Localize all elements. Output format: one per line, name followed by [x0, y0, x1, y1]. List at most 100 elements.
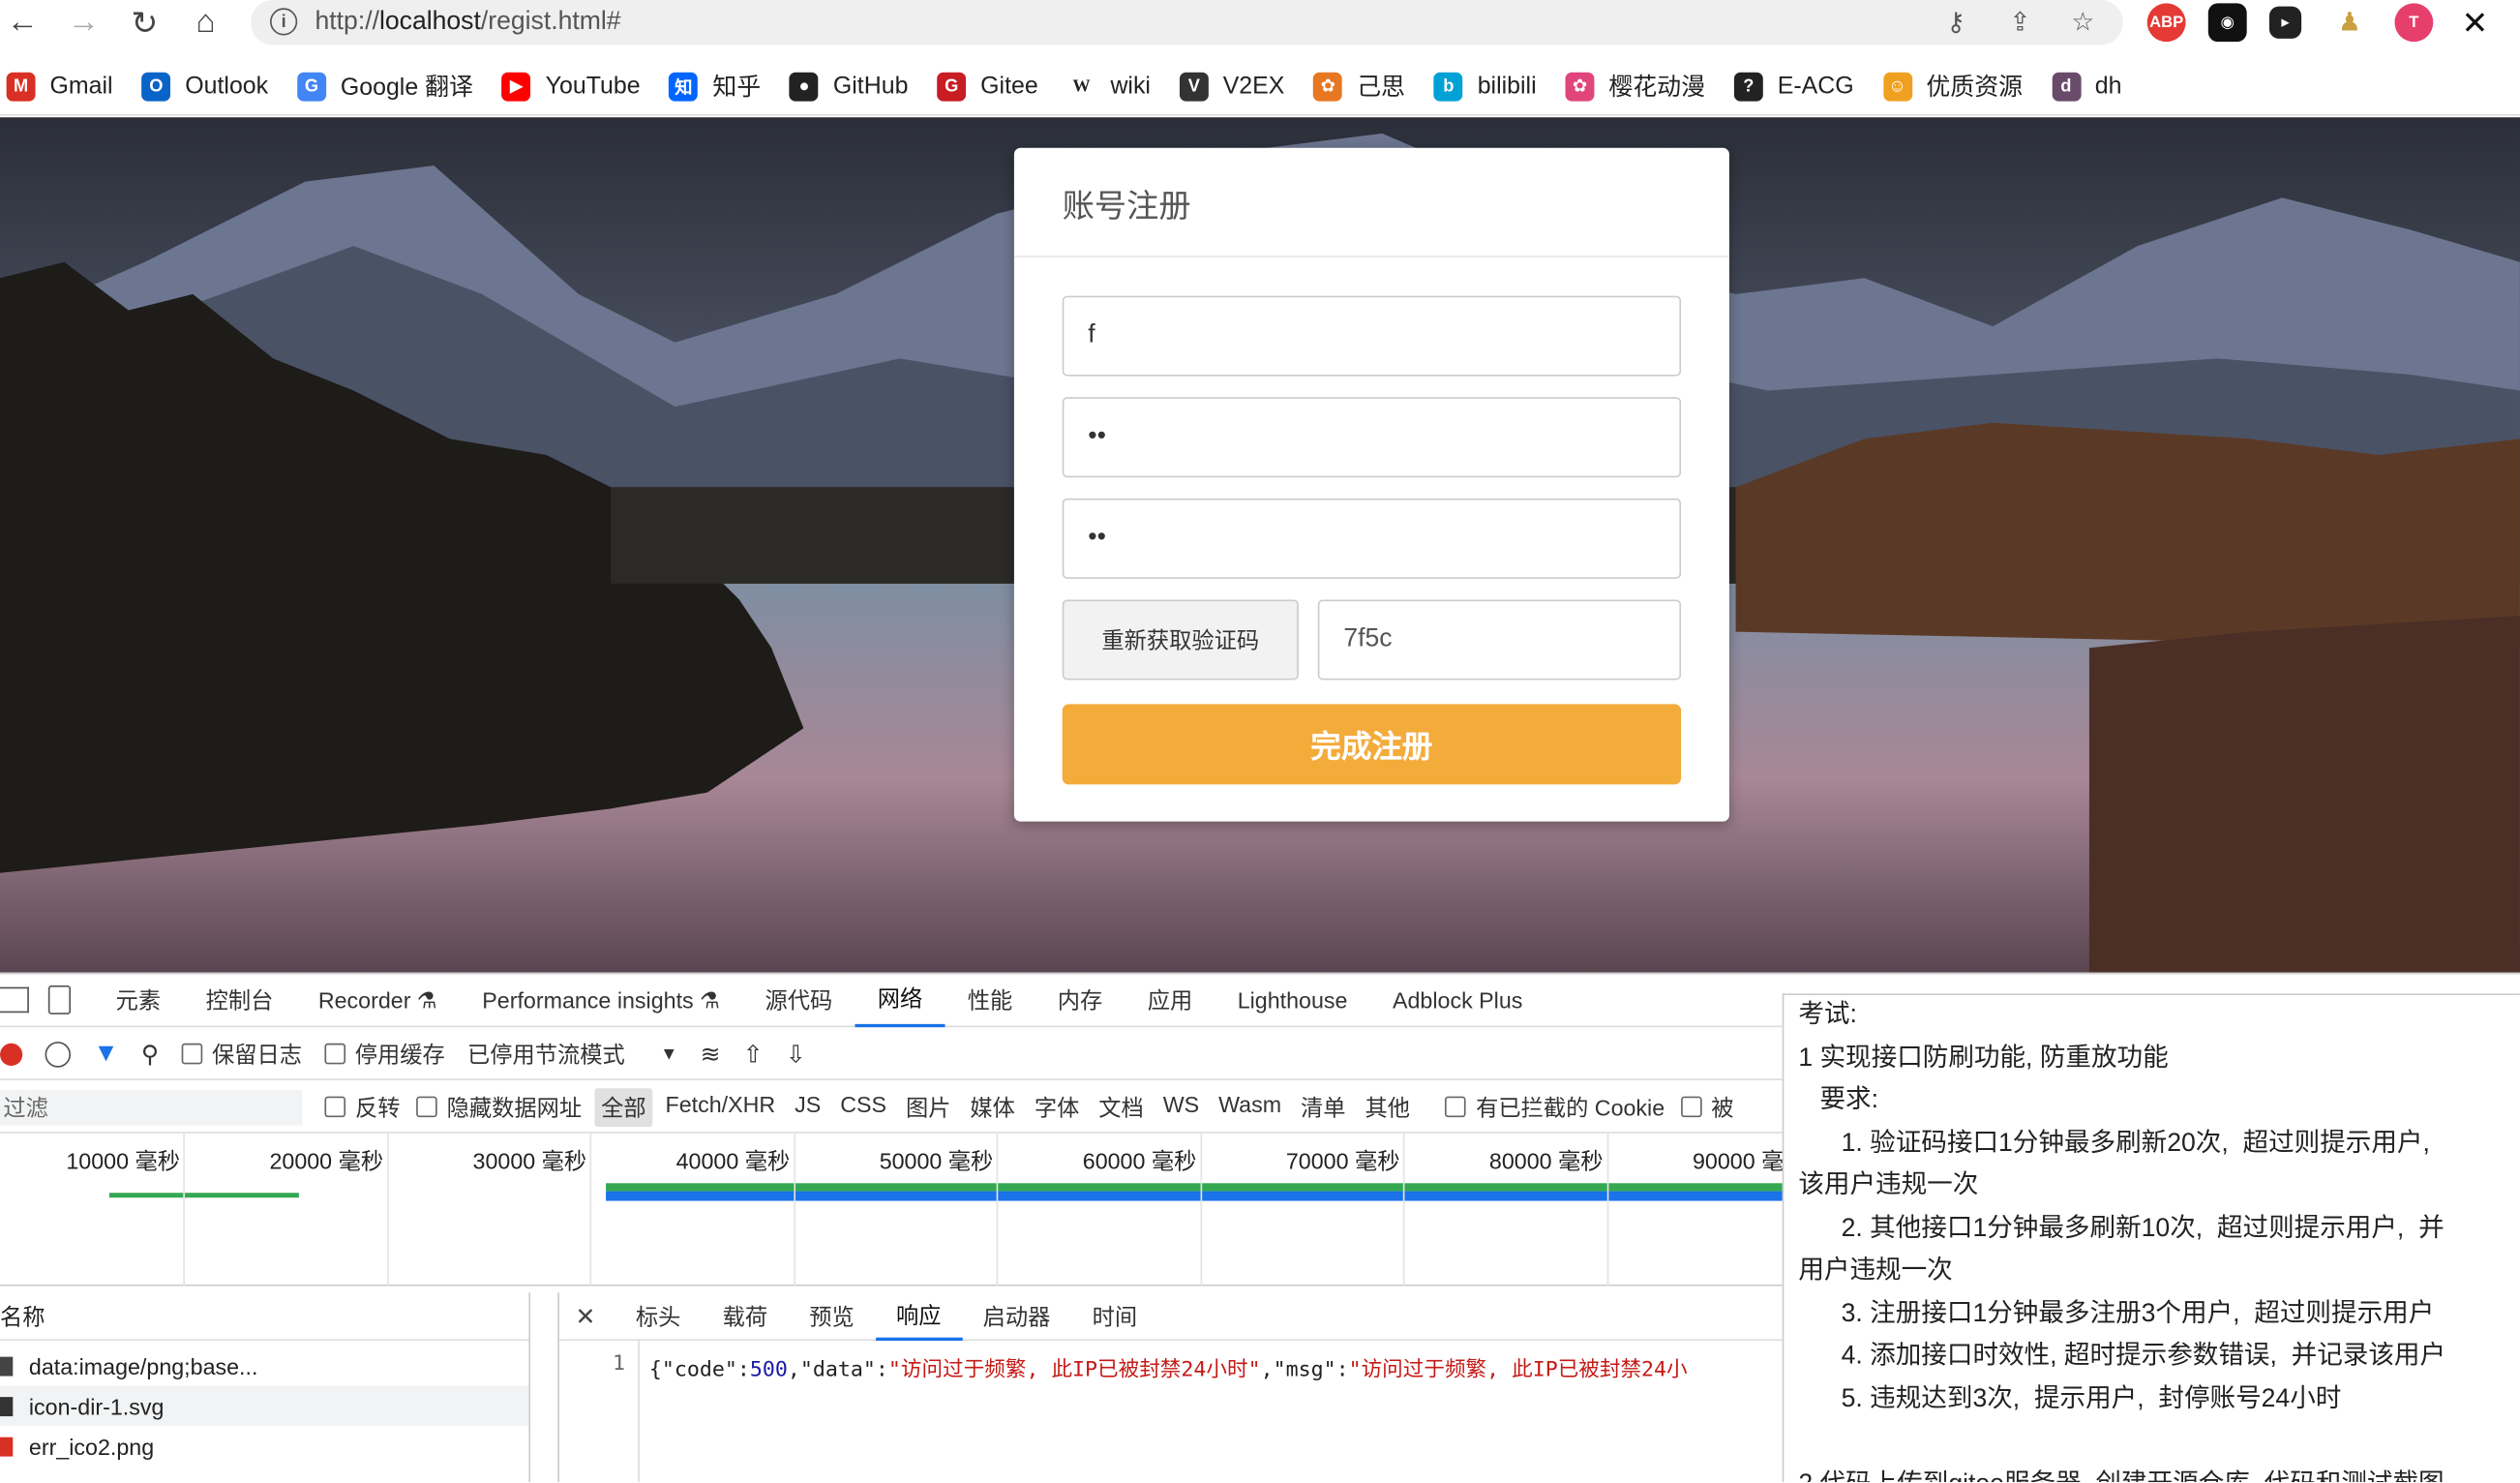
forward-icon[interactable]: →: [64, 3, 103, 42]
filter-icon[interactable]: ▼: [93, 1040, 118, 1069]
extension-figure-icon[interactable]: ♟: [2330, 3, 2369, 43]
bookmark-item[interactable]: d dh: [2051, 71, 2122, 101]
filter-type-button[interactable]: 清单: [1294, 1087, 1352, 1126]
password-input[interactable]: ••: [1062, 397, 1682, 478]
adblock-plus-icon[interactable]: ABP: [2146, 3, 2186, 43]
bookmark-star-icon[interactable]: ☆: [2065, 5, 2101, 41]
devtools-tab[interactable]: Recorder ⚗: [296, 974, 460, 1027]
export-har-icon[interactable]: ⇩: [786, 1040, 806, 1068]
invert-checkbox[interactable]: 反转: [324, 1091, 401, 1123]
detail-tab[interactable]: 时间: [1071, 1291, 1158, 1340]
devtools-tab[interactable]: 内存: [1035, 974, 1125, 1027]
bookmark-item[interactable]: b bilibili: [1433, 71, 1537, 101]
panel-divider[interactable]: [530, 1292, 559, 1483]
blocked-requests-checkbox[interactable]: 被: [1680, 1091, 1734, 1123]
clear-icon[interactable]: [45, 1041, 72, 1067]
bookmark-item[interactable]: G Gitee: [937, 71, 1038, 101]
complete-register-button[interactable]: 完成注册: [1062, 704, 1682, 785]
extension-dark-icon[interactable]: ◉: [2207, 3, 2247, 43]
bookmark-item[interactable]: M Gmail: [6, 71, 113, 101]
captcha-input[interactable]: 7f5c: [1317, 599, 1682, 681]
timeline-tick-label: 20000 毫秒: [269, 1147, 384, 1174]
url-path: /regist.html#: [480, 8, 621, 36]
filter-type-button[interactable]: 字体: [1028, 1087, 1086, 1126]
request-row[interactable]: icon-dir-1.svg: [0, 1385, 529, 1427]
share-icon[interactable]: ⇪: [2002, 5, 2038, 41]
network-conditions-icon[interactable]: ≋: [701, 1040, 721, 1068]
timeline-tick-label: 50000 毫秒: [879, 1147, 994, 1174]
bookmark-item[interactable]: ● GitHub: [790, 71, 908, 101]
filter-type-button[interactable]: 其他: [1359, 1087, 1417, 1126]
timeline-tick-label: 10000 毫秒: [66, 1147, 180, 1174]
url-prefix: http://: [315, 8, 379, 36]
disable-cache-checkbox[interactable]: 停用缓存: [324, 1038, 445, 1070]
filter-type-button[interactable]: 媒体: [964, 1087, 1022, 1126]
detail-tab[interactable]: 启动器: [962, 1291, 1071, 1340]
github-icon: ●: [790, 71, 819, 101]
devtools-tab[interactable]: 元素: [93, 974, 183, 1027]
close-icon[interactable]: ✕: [559, 1301, 615, 1330]
timeline-gridline: [386, 1133, 389, 1286]
site-info-icon[interactable]: i: [269, 8, 298, 36]
address-bar[interactable]: i http://localhost/regist.html# ⚷ ⇪ ☆: [251, 0, 2123, 45]
extension-pink-icon[interactable]: T: [2394, 3, 2434, 43]
bookmark-item[interactable]: Wwiki: [1066, 71, 1151, 101]
key-icon[interactable]: ⚷: [1938, 5, 1974, 41]
bookmark-item[interactable]: O Outlook: [141, 71, 268, 101]
blocked-cookies-checkbox[interactable]: 有已拦截的 Cookie: [1445, 1091, 1665, 1123]
devtools-tab[interactable]: 控制台: [183, 974, 295, 1027]
bookmark-item[interactable]: G Google 翻译: [297, 69, 473, 103]
devtools-tab[interactable]: 网络: [855, 974, 945, 1027]
import-har-icon[interactable]: ⇧: [743, 1040, 764, 1068]
devtools-tab[interactable]: Lighthouse: [1215, 974, 1369, 1027]
record-icon[interactable]: [0, 1042, 23, 1066]
inspect-element-icon[interactable]: [0, 986, 29, 1014]
home-icon[interactable]: ⌂: [187, 3, 225, 42]
extension-x-icon[interactable]: ✕: [2455, 3, 2495, 43]
filter-type-button[interactable]: Fetch/XHR: [659, 1087, 782, 1126]
devtools-tab[interactable]: 应用: [1125, 974, 1215, 1027]
bookmark-item[interactable]: ✿ 樱花动漫: [1565, 69, 1705, 103]
bilibili-icon: b: [1433, 71, 1463, 101]
detail-tab[interactable]: 标头: [615, 1291, 702, 1340]
bookmark-item[interactable]: ✿ 己思: [1313, 69, 1405, 103]
filter-type-button[interactable]: 全部: [594, 1087, 653, 1127]
username-input[interactable]: f: [1062, 295, 1682, 377]
hide-data-urls-checkbox[interactable]: 隐藏数据网址: [416, 1091, 582, 1123]
devtools-tab[interactable]: Performance insights ⚗: [460, 974, 742, 1027]
bookmark-item[interactable]: ☺ 优质资源: [1882, 69, 2023, 103]
timeline-gridline: [1199, 1133, 1202, 1286]
filter-type-button[interactable]: Wasm: [1212, 1087, 1287, 1126]
detail-tab[interactable]: 载荷: [702, 1291, 789, 1340]
devtools-tab[interactable]: 性能: [945, 974, 1035, 1027]
filter-type-button[interactable]: JS: [789, 1087, 827, 1126]
bookmark-item[interactable]: 知知乎: [669, 69, 761, 103]
throttle-select[interactable]: 已停用节流模式 ▼: [467, 1038, 677, 1070]
preserve-log-checkbox[interactable]: 保留日志: [181, 1038, 302, 1070]
bookmark-item[interactable]: ? E-ACG: [1733, 71, 1854, 101]
bookmark-item[interactable]: ▶ YouTube: [501, 71, 641, 101]
reload-icon[interactable]: ↻: [126, 3, 165, 42]
detail-tab[interactable]: 预览: [789, 1291, 876, 1340]
filter-type-button[interactable]: WS: [1156, 1087, 1206, 1126]
filter-input[interactable]: 过滤: [0, 1089, 303, 1125]
request-name: err_ico2.png: [28, 1433, 155, 1460]
filter-type-button[interactable]: 图片: [899, 1087, 957, 1126]
devtools-tab[interactable]: Adblock Plus: [1370, 974, 1545, 1027]
extension-arrow-icon[interactable]: ▸: [2268, 6, 2302, 39]
refresh-captcha-button[interactable]: 重新获取验证码: [1062, 599, 1299, 681]
filter-type-button[interactable]: 文档: [1093, 1087, 1151, 1126]
request-row[interactable]: err_ico2.png: [0, 1426, 528, 1467]
device-toolbar-icon[interactable]: [47, 985, 72, 1014]
response-body[interactable]: 1 {"code":500,"data":"访问过于频繁, 此IP已被封禁24小…: [559, 1341, 1784, 1483]
filter-type-button[interactable]: CSS: [834, 1087, 893, 1126]
devtools-tab[interactable]: 源代码: [742, 974, 855, 1027]
detail-tab[interactable]: 响应: [875, 1291, 963, 1341]
bookmark-item[interactable]: V V2EX: [1179, 71, 1284, 101]
request-row[interactable]: data:image/png;base...: [0, 1346, 528, 1386]
back-icon[interactable]: ←: [3, 3, 42, 42]
confirm-password-input[interactable]: ••: [1062, 498, 1682, 579]
network-timeline[interactable]: 10000 毫秒 20000 毫秒 30000 毫秒 40000 毫秒 50000 毫秒…: [0, 1133, 1812, 1286]
search-icon[interactable]: ⚲: [141, 1040, 159, 1068]
notes-line: 5. 违规达到3次, 提示用户, 封停账号24小时: [1798, 1384, 2342, 1412]
